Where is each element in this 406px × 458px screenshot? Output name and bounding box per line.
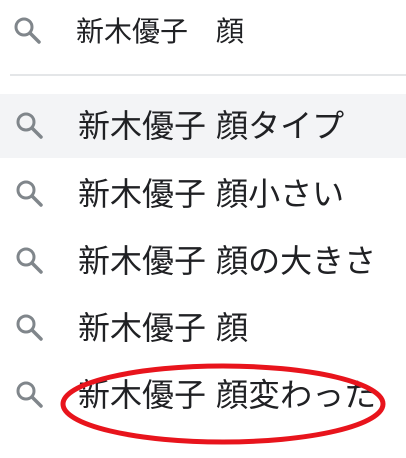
- suggestion-item[interactable]: 新木優子 顔小さい: [0, 162, 406, 226]
- search-icon: [14, 312, 44, 342]
- search-icon: [14, 379, 44, 409]
- suggestion-label: 新木優子 顔: [78, 309, 249, 347]
- suggestion-item[interactable]: 新木優子 顔: [0, 296, 406, 360]
- search-bar[interactable]: [0, 0, 406, 60]
- search-input[interactable]: [76, 8, 396, 52]
- suggestion-item[interactable]: 新木優子 顔タイプ: [0, 94, 406, 158]
- suggestion-label: 新木優子 顔小さい: [78, 175, 345, 213]
- suggestion-label: 新木優子 顔変わった: [78, 376, 377, 414]
- suggestion-label: 新木優子 顔タイプ: [78, 107, 345, 145]
- suggestion-label: 新木優子 顔の大きさ: [78, 242, 377, 280]
- suggestion-item[interactable]: 新木優子 顔変わった: [0, 363, 406, 427]
- suggestion-list: 新木優子 顔タイプ 新木優子 顔小さい 新木優子 顔の大きさ 新木優子 顔 新木…: [0, 94, 406, 427]
- search-icon: [14, 110, 44, 140]
- divider: [10, 74, 406, 76]
- search-icon: [14, 178, 44, 208]
- suggestion-item[interactable]: 新木優子 顔の大きさ: [0, 229, 406, 293]
- search-icon: [14, 245, 44, 275]
- search-icon: [12, 15, 42, 45]
